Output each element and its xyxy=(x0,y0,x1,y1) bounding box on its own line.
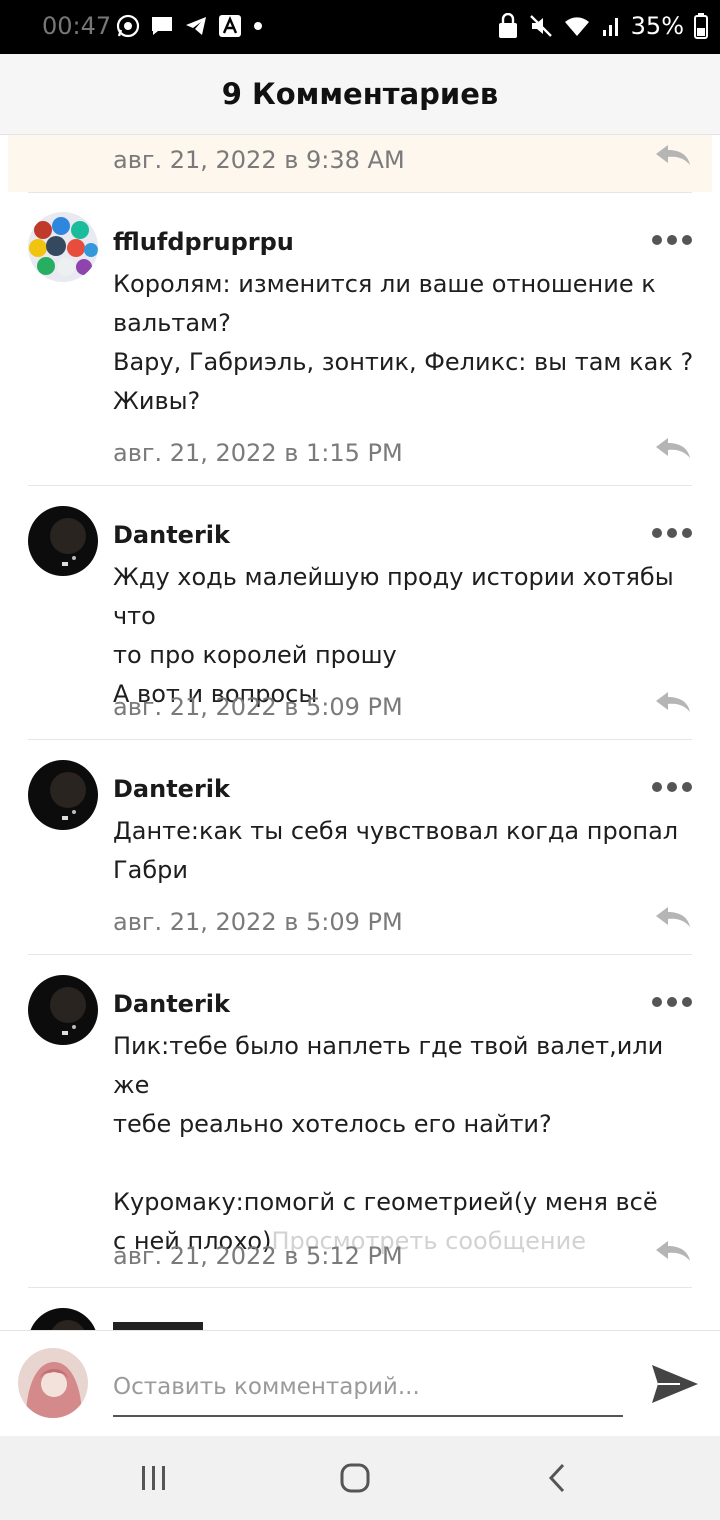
status-right-icons: 35% xyxy=(497,12,708,40)
comment-line: Жду ходь малейшую проду истории хотябы ч… xyxy=(113,563,682,630)
comment-timestamp: авг. 21, 2022 в 1:15 PM xyxy=(113,439,403,467)
comment-input[interactable] xyxy=(113,1359,623,1417)
avatar[interactable] xyxy=(28,506,98,576)
comment-line: Королям: изменится ли ваше отношение к xyxy=(113,270,656,298)
reply-icon[interactable] xyxy=(654,143,692,167)
system-nav-bar xyxy=(0,1436,720,1520)
comment-line: вальтам? xyxy=(113,309,231,337)
status-bar: 00:47 35% xyxy=(0,0,720,54)
telegram-icon xyxy=(186,17,206,35)
comment-line: Вару, Габриэль, зонтик, Феликс: вы там к… xyxy=(113,348,694,376)
comment-item: fflufdpruprpu Королям: изменится ли ваше… xyxy=(0,193,720,485)
comment-text: Королям: изменится ли ваше отношение к в… xyxy=(113,265,703,421)
reply-icon[interactable] xyxy=(654,690,692,714)
comment-line: Габри xyxy=(113,856,188,884)
comment-line: Пик:тебе было наплеть где твой валет,или… xyxy=(113,1032,671,1099)
avatar[interactable] xyxy=(28,760,98,830)
send-icon[interactable] xyxy=(650,1359,700,1409)
comment-blank-line xyxy=(113,1144,703,1183)
comment-item: Danterik Жду ходь малейшую проду истории… xyxy=(0,486,720,739)
comment-line: Данте:как ты себя чувствовал когда пропа… xyxy=(113,817,679,845)
avatar[interactable] xyxy=(28,975,98,1045)
reply-icon[interactable] xyxy=(654,1239,692,1263)
reply-icon[interactable] xyxy=(654,436,692,460)
comment-item: Danterik Пик:тебе было наплеть где твой … xyxy=(0,955,720,1287)
avatar[interactable] xyxy=(28,212,98,282)
comment-author[interactable]: fflufdpruprpu xyxy=(113,228,294,256)
dot-icon xyxy=(254,22,262,30)
recent-apps-icon[interactable] xyxy=(134,1458,174,1498)
comment-item: Danterik Данте:как ты себя чувствовал ко… xyxy=(0,740,720,954)
lock-icon xyxy=(498,13,517,38)
more-options-icon[interactable] xyxy=(652,996,692,1008)
comment-author[interactable]: Danterik xyxy=(113,990,230,1018)
comment-line: Живы? xyxy=(113,387,201,415)
wifi-icon xyxy=(564,17,589,36)
comment-line: тебе реально хотелось его найти? xyxy=(113,1110,552,1138)
comment-text: Пик:тебе было наплеть где твой валет,или… xyxy=(113,1027,703,1261)
back-icon[interactable] xyxy=(537,1458,577,1498)
battery-percent: 35% xyxy=(630,12,684,40)
status-left-icons xyxy=(116,14,264,38)
comment-timestamp: авг. 21, 2022 в 9:38 AM xyxy=(113,146,405,174)
comment-author-partial xyxy=(113,1322,203,1330)
battery-icon xyxy=(694,13,708,39)
more-options-icon[interactable] xyxy=(652,781,692,793)
page-title: 9 Комментариев xyxy=(221,77,499,111)
user-avatar[interactable] xyxy=(18,1348,88,1418)
comment-author[interactable]: Danterik xyxy=(113,775,230,803)
comment-compose-bar xyxy=(0,1330,720,1437)
mute-icon xyxy=(529,15,552,37)
reply-icon[interactable] xyxy=(654,905,692,929)
comment-line: то про королей прошу xyxy=(113,641,397,669)
divider xyxy=(28,1287,692,1288)
avatar[interactable] xyxy=(28,1308,98,1330)
comment-line: Куромаку:помогй с геометрией(у меня всё xyxy=(113,1188,658,1216)
status-time: 00:47 xyxy=(42,12,112,40)
comment-text: Данте:как ты себя чувствовал когда пропа… xyxy=(113,812,703,890)
home-icon[interactable] xyxy=(335,1458,375,1498)
more-options-icon[interactable] xyxy=(652,234,692,246)
signal-icon xyxy=(602,18,618,36)
comment-author[interactable]: Danterik xyxy=(113,521,230,549)
comment-timestamp: авг. 21, 2022 в 5:09 PM xyxy=(113,908,403,936)
more-options-icon[interactable] xyxy=(652,527,692,539)
comments-list[interactable]: авг. 21, 2022 в 9:38 AM fflufdpruprpu Ко… xyxy=(0,135,720,1330)
comment-timestamp: авг. 21, 2022 в 5:09 PM xyxy=(113,693,403,721)
whatsapp-icon xyxy=(116,14,140,38)
comment-timestamp: авг. 21, 2022 в 5:12 PM xyxy=(113,1242,403,1270)
font-app-icon xyxy=(219,15,241,37)
comment-text: Жду ходь малейшую проду истории хотябы ч… xyxy=(113,558,703,714)
comments-header: 9 Комментариев xyxy=(0,54,720,135)
message-icon xyxy=(152,17,172,35)
